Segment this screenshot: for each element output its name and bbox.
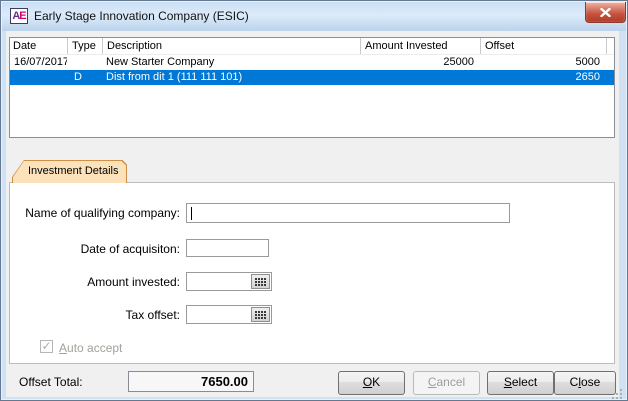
app-icon-letter-e: E bbox=[19, 11, 25, 22]
cell-offset: 5000 bbox=[480, 55, 606, 70]
tax-offset-input[interactable] bbox=[187, 306, 250, 323]
auto-accept-label: Auto accept bbox=[59, 341, 122, 355]
tab-label: Investment Details bbox=[12, 160, 127, 182]
close-button-footer[interactable]: Close bbox=[554, 371, 616, 395]
close-icon bbox=[600, 8, 611, 17]
column-header-filler bbox=[606, 38, 614, 54]
cell-type: D bbox=[67, 70, 102, 85]
column-header-amount-invested[interactable]: Amount Invested bbox=[360, 38, 480, 54]
name-of-qualifying-company-input[interactable] bbox=[186, 203, 510, 223]
checkmark-icon: ✓ bbox=[41, 339, 51, 353]
cancel-button: Cancel bbox=[413, 371, 480, 395]
table-row-selected[interactable]: D Dist from dit 1 (111 111 101) 2650 bbox=[10, 70, 614, 85]
calculator-icon bbox=[255, 278, 266, 286]
close-button[interactable] bbox=[585, 2, 626, 23]
column-header-offset[interactable]: Offset bbox=[480, 38, 606, 54]
column-header-description[interactable]: Description bbox=[102, 38, 360, 54]
amount-invested-input[interactable] bbox=[187, 273, 250, 290]
text-caret bbox=[191, 207, 192, 220]
app-icon: AE bbox=[10, 8, 28, 24]
dialog-window: AE Early Stage Innovation Company (ESIC)… bbox=[0, 0, 628, 401]
cell-offset: 2650 bbox=[480, 70, 606, 85]
cell-description: Dist from dit 1 (111 111 101) bbox=[102, 70, 360, 85]
title-bar[interactable]: AE Early Stage Innovation Company (ESIC) bbox=[2, 2, 626, 31]
name-of-qualifying-company-label: Name of qualifying company: bbox=[10, 206, 180, 220]
cell-type bbox=[67, 55, 102, 70]
auto-accept-checkbox: ✓ bbox=[40, 340, 53, 353]
table-header: Date Type Description Amount Invested Of… bbox=[10, 38, 614, 55]
offset-total-label: Offset Total: bbox=[19, 375, 83, 389]
window-title: Early Stage Innovation Company (ESIC) bbox=[34, 2, 249, 31]
column-header-type[interactable]: Type bbox=[67, 38, 102, 54]
cell-date: 16/07/2017 bbox=[10, 55, 67, 70]
calculator-icon bbox=[255, 311, 266, 319]
cell-description: New Starter Company bbox=[102, 55, 360, 70]
offset-total-field: 7650.00 bbox=[128, 371, 254, 392]
cell-date bbox=[10, 70, 67, 85]
date-of-acquisition-label: Date of acquisiton: bbox=[10, 242, 180, 256]
investments-table: Date Type Description Amount Invested Of… bbox=[9, 37, 615, 138]
table-row[interactable]: 16/07/2017 New Starter Company 25000 500… bbox=[10, 55, 614, 70]
column-header-date[interactable]: Date bbox=[10, 38, 67, 54]
resize-grip[interactable] bbox=[620, 389, 622, 391]
tab-investment-details[interactable]: Investment Details bbox=[12, 160, 127, 183]
cell-amount-invested bbox=[360, 70, 480, 85]
tax-offset-label: Tax offset: bbox=[10, 308, 180, 322]
investment-details-panel: Name of qualifying company: Date of acqu… bbox=[9, 182, 615, 364]
cell-amount-invested: 25000 bbox=[360, 55, 480, 70]
app-icon-letter-a: A bbox=[12, 11, 19, 22]
dialog-client-area: Date Type Description Amount Invested Of… bbox=[6, 31, 619, 397]
date-of-acquisition-input[interactable] bbox=[186, 239, 269, 257]
tax-offset-calculator-button[interactable] bbox=[251, 307, 270, 322]
amount-invested-field bbox=[186, 272, 272, 291]
amount-invested-label: Amount invested: bbox=[10, 275, 180, 289]
tax-offset-field bbox=[186, 305, 272, 324]
select-button[interactable]: Select bbox=[487, 371, 554, 395]
ok-button[interactable]: OK bbox=[338, 371, 405, 395]
amount-invested-calculator-button[interactable] bbox=[251, 274, 270, 289]
